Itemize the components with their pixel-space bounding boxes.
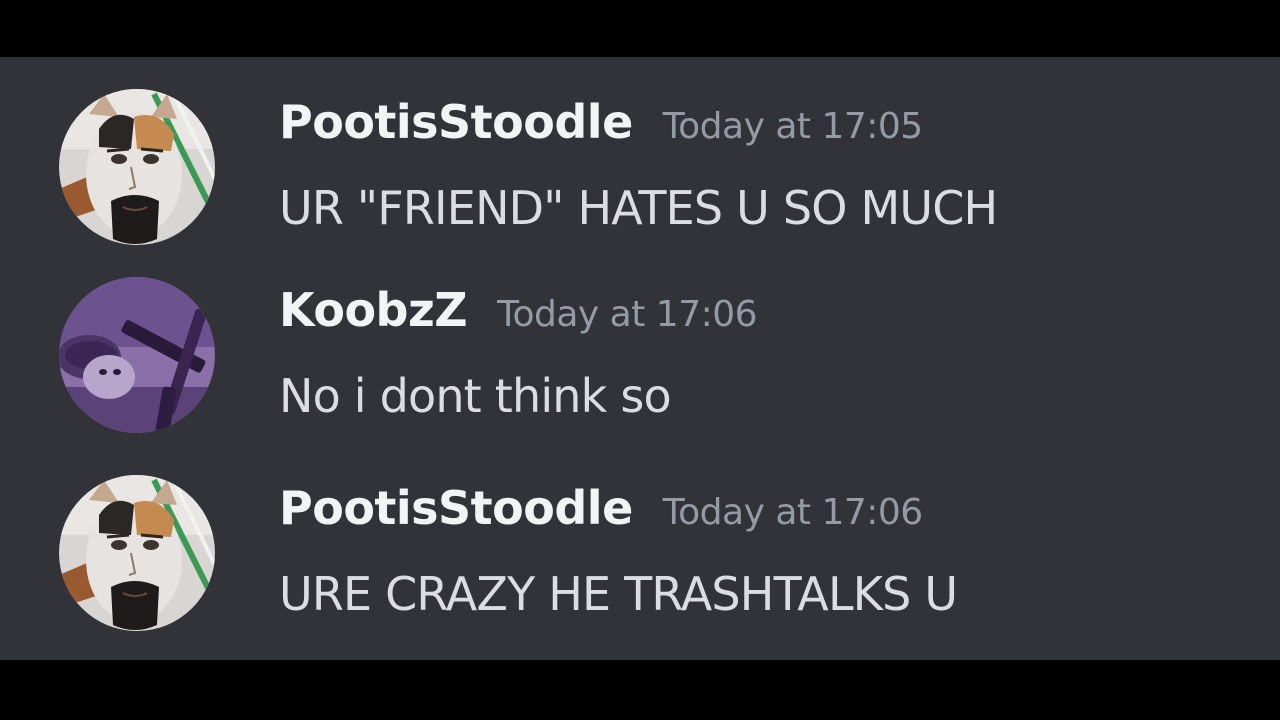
message-content: UR "FRIEND" HATES U SO MUCH <box>279 181 998 235</box>
message-header: PootisStoodle Today at 17:06 <box>279 481 923 535</box>
username[interactable]: PootisStoodle <box>279 95 633 149</box>
chat-message[interactable]: PootisStoodle Today at 17:06 URE CRAZY HE… <box>0 471 1280 651</box>
purple-cat-avatar-icon[interactable] <box>59 277 215 433</box>
chat-message[interactable]: KoobzZ Today at 17:06 No i dont think so <box>0 273 1280 453</box>
message-header: PootisStoodle Today at 17:05 <box>279 95 923 149</box>
chat-message[interactable]: PootisStoodle Today at 17:05 UR "FRIEND" … <box>0 85 1280 265</box>
message-header: KoobzZ Today at 17:06 <box>279 283 758 337</box>
timestamp: Today at 17:06 <box>662 492 923 533</box>
message-content: URE CRAZY HE TRASHTALKS U <box>279 567 958 621</box>
message-content: No i dont think so <box>279 369 672 423</box>
timestamp: Today at 17:05 <box>662 106 923 147</box>
letterbox-bottom <box>0 660 1280 720</box>
cat-face-avatar-icon[interactable] <box>59 475 215 631</box>
chat-message-list: PootisStoodle Today at 17:05 UR "FRIEND" … <box>0 57 1280 660</box>
letterbox-top <box>0 0 1280 57</box>
username[interactable]: KoobzZ <box>279 283 468 337</box>
username[interactable]: PootisStoodle <box>279 481 633 535</box>
timestamp: Today at 17:06 <box>497 294 758 335</box>
cat-face-avatar-icon[interactable] <box>59 89 215 245</box>
